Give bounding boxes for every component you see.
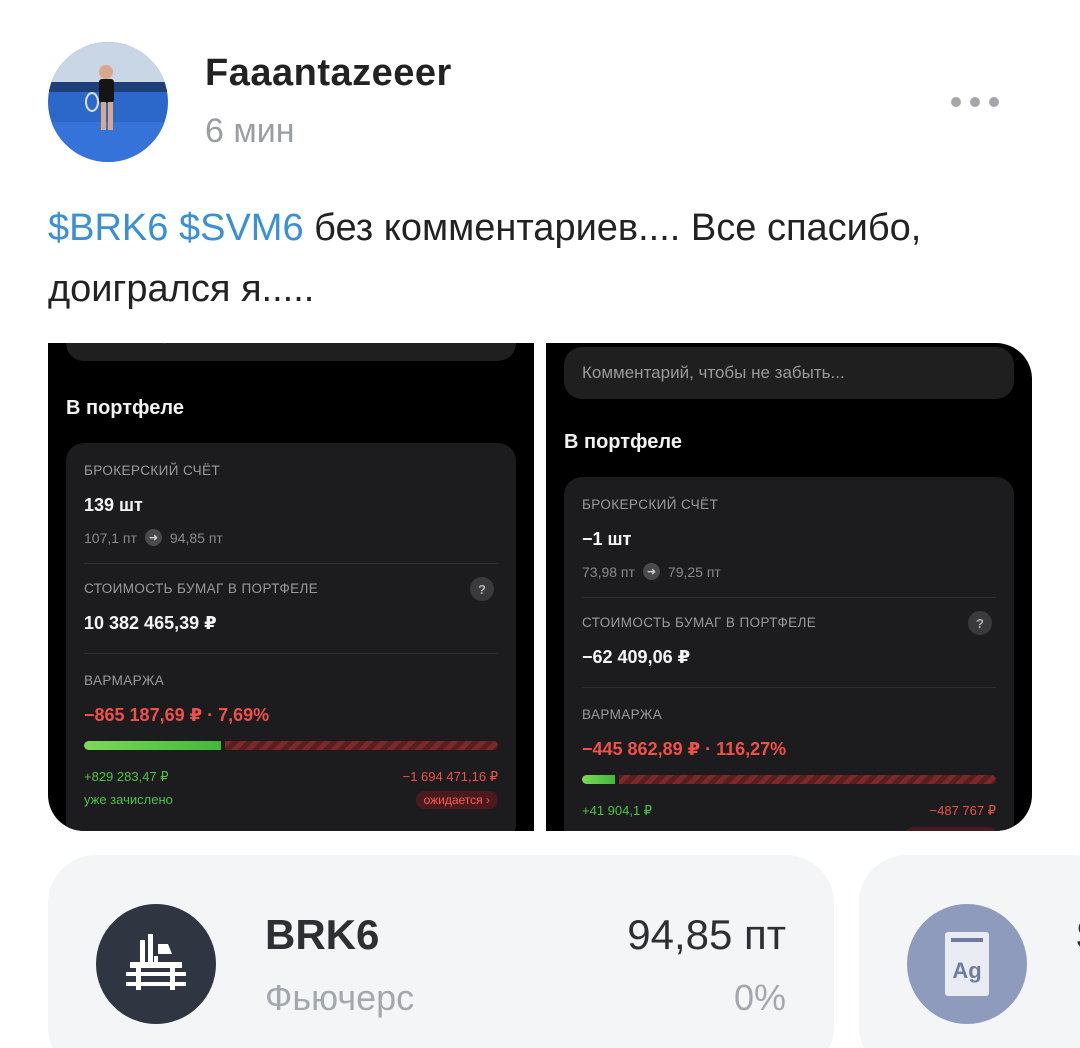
- value-label: СТОИМОСТЬ БУМАГ В ПОРТФЕЛЕ: [84, 581, 319, 596]
- credited-amount: +829 283,47 ₽: [84, 769, 169, 784]
- price-change: 107,1 пт ➜ 94,85 пт: [84, 529, 223, 546]
- comment-field: Комментарий, чтобы не забыть...: [564, 347, 1014, 399]
- instrument-change: 0%: [733, 977, 786, 1018]
- more-options-icon[interactable]: [940, 84, 1010, 120]
- bar-gap: [220, 741, 225, 750]
- silver-ag-icon: Ag: [907, 904, 1027, 1024]
- varmargin-bar: [84, 741, 498, 750]
- avatar[interactable]: [48, 42, 168, 162]
- quantity: 139 шт: [84, 495, 143, 515]
- credited-fill: [582, 775, 616, 784]
- post-text: $BRK6 $SVM6 без комментариев.... Все спа…: [48, 198, 1038, 320]
- help-icon[interactable]: ?: [968, 611, 992, 635]
- divider: [84, 563, 498, 564]
- value-label: СТОИМОСТЬ БУМАГ В ПОРТФЕЛЕ: [582, 615, 817, 630]
- bar-gap: [615, 775, 620, 784]
- varmargin-value: −865 187,69 ₽ · 7,69%: [84, 705, 270, 725]
- section-title: В портфеле: [66, 397, 184, 419]
- screenshot-left[interactable]: Комментарий, чтобы не забыть... В портфе…: [48, 343, 534, 831]
- portfolio-card: БРОКЕРСКИЙ СЧЁТ −1 шт 73,98 пт ➜ 79,25 п…: [564, 477, 1014, 831]
- screenshot-right[interactable]: Комментарий, чтобы не забыть... В портфе…: [546, 343, 1032, 831]
- ticker-link-brk6[interactable]: $BRK6: [48, 207, 168, 249]
- pending-badge[interactable]: ожидается ›: [415, 791, 498, 809]
- divider: [582, 597, 996, 598]
- price-from: 73,98 пт: [582, 563, 635, 580]
- pending-badge[interactable]: [906, 827, 996, 831]
- comment-field: Комментарий, чтобы не забыть...: [66, 343, 516, 361]
- instrument-ticker: BRK6: [265, 911, 380, 958]
- varmargin-bar: [582, 775, 996, 784]
- instrument-type: Фьючерс: [265, 977, 415, 1018]
- account-label: БРОКЕРСКИЙ СЧЁТ: [84, 463, 221, 478]
- varmargin-label: ВАРМАРЖА: [582, 707, 663, 722]
- help-icon[interactable]: ?: [470, 577, 494, 601]
- author-name[interactable]: Faaantazeeer: [205, 52, 452, 95]
- instrument-card-svm6[interactable]: Ag S: [859, 855, 1080, 1048]
- varmargin-label: ВАРМАРЖА: [84, 673, 165, 688]
- price-to: 79,25 пт: [667, 563, 721, 580]
- portfolio-value: −62 409,06 ₽: [582, 647, 691, 667]
- instrument-card-brk6[interactable]: BRK6 Фьючерс 94,85 пт 0%: [48, 855, 834, 1048]
- arrow-right-icon: ➜: [642, 563, 660, 580]
- pending-amount: −487 767 ₽: [929, 803, 996, 818]
- pending-amount: −1 694 471,16 ₽: [402, 769, 498, 784]
- ag-label: Ag: [952, 958, 981, 983]
- portfolio-value: 10 382 465,39 ₽: [84, 613, 217, 633]
- credited-label: уже зачислено: [84, 792, 173, 807]
- credited-amount: +41 904,1 ₽: [582, 803, 653, 818]
- divider: [582, 687, 996, 688]
- account-label: БРОКЕРСКИЙ СЧЁТ: [582, 497, 719, 512]
- varmargin-value: −445 862,89 ₽ · 116,27%: [582, 739, 787, 759]
- instrument-ticker: S: [1076, 911, 1080, 959]
- post-time: 6 мин: [205, 112, 295, 150]
- price-change: 73,98 пт ➜ 79,25 пт: [582, 563, 721, 580]
- quantity: −1 шт: [582, 529, 632, 549]
- price-to: 94,85 пт: [169, 529, 223, 546]
- price-from: 107,1 пт: [84, 529, 137, 546]
- oil-platform-icon: [96, 904, 216, 1024]
- instrument-price: 94,85 пт: [627, 911, 786, 958]
- arrow-right-icon: ➜: [144, 529, 162, 546]
- ticker-link-svm6[interactable]: $SVM6: [179, 207, 304, 249]
- divider: [84, 653, 498, 654]
- portfolio-card: БРОКЕРСКИЙ СЧЁТ 139 шт 107,1 пт ➜ 94,85 …: [66, 443, 516, 831]
- section-title: В портфеле: [564, 431, 682, 453]
- credited-fill: [84, 741, 221, 750]
